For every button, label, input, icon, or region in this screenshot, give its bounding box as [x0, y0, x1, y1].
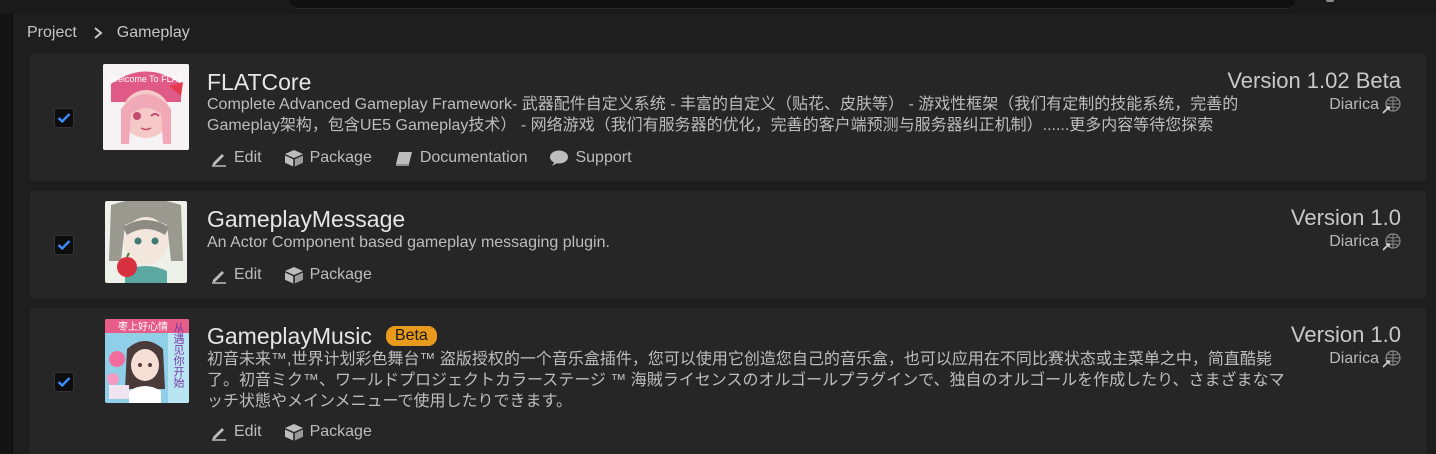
thumbnail-caption-top: 枣上好心情 — [118, 320, 168, 333]
plugin-author[interactable]: Diarica — [1329, 96, 1401, 114]
beta-badge: Beta — [385, 326, 437, 346]
package-icon — [284, 424, 303, 441]
support-button[interactable]: Support — [549, 149, 632, 167]
package-icon — [284, 150, 303, 167]
edit-button[interactable]: Edit — [210, 423, 262, 441]
support-label: Support — [575, 149, 632, 166]
plugin-version: Version 1.0 — [1290, 205, 1401, 230]
thumbnail-caption-side: 从遇见你开始 — [172, 322, 185, 389]
edit-button[interactable]: Edit — [210, 266, 262, 284]
plugin-author[interactable]: Diarica — [1329, 350, 1401, 368]
package-icon — [284, 267, 303, 284]
edit-icon — [212, 428, 226, 441]
plugin-title: GameplayMessage — [207, 206, 406, 232]
external-link-icon — [1382, 350, 1401, 368]
external-link-icon — [1382, 96, 1401, 114]
anime-girl-thumbnail-image: Welcome To FLAT — [103, 64, 189, 150]
plugin-enabled-checkbox[interactable] — [54, 235, 74, 255]
plugin-description: 初音未来™,世界计划彩色舞台™ 盗版授权的一个音乐盒插件，您可以使用它创造您自己… — [207, 351, 1285, 410]
plugin-enabled-checkbox[interactable] — [54, 372, 74, 392]
plugin-author-name: Diarica — [1329, 96, 1379, 113]
edit-label: Edit — [234, 423, 262, 440]
breadcrumb: Project Gameplay — [27, 22, 190, 44]
thumbnail-caption: Welcome To FLAT — [109, 74, 183, 84]
plugin-title-text: GameplayMusic — [207, 323, 372, 349]
plugin-card-gameplaymusic: 枣上好心情 从遇见你开始 GameplayMusic Beta 初音未来™,世界计… — [30, 308, 1426, 454]
anime-girl-apple-thumbnail-image — [105, 201, 187, 283]
music-anime-girl-thumbnail-image: 枣上好心情 从遇见你开始 — [105, 319, 189, 403]
plugin-author-name: Diarica — [1329, 350, 1379, 367]
plugin-title: FLATCore — [207, 69, 312, 95]
plugin-actions: Edit Package Documentation Support — [210, 149, 654, 167]
plugin-card-flatcore: Welcome To FLAT FLATCore Complete Advanc… — [30, 54, 1426, 181]
plugin-description: An Actor Component based gameplay messag… — [207, 234, 610, 251]
chevron-right-icon — [94, 27, 103, 39]
package-label: Package — [309, 423, 372, 440]
plugin-author-name: Diarica — [1329, 233, 1379, 250]
plugin-description: Complete Advanced Gameplay Framework- 武器… — [207, 96, 1239, 134]
plugin-version: Version 1.0 — [1290, 322, 1401, 347]
documentation-label: Documentation — [419, 149, 528, 166]
package-button[interactable]: Package — [284, 149, 372, 167]
plugin-thumbnail: Welcome To FLAT — [103, 64, 189, 150]
checkmark-icon — [57, 113, 71, 124]
plugin-thumbnail — [105, 201, 187, 283]
breadcrumb-gameplay[interactable]: Gameplay — [117, 24, 190, 42]
top-bar — [0, 0, 1436, 14]
package-label: Package — [309, 149, 372, 166]
package-label: Package — [309, 266, 372, 283]
plugin-card-gameplaymessage: GameplayMessage An Actor Component based… — [30, 191, 1426, 298]
top-search-field[interactable] — [290, 0, 1295, 9]
external-link-icon — [1382, 233, 1401, 251]
checkmark-icon — [57, 377, 71, 388]
plugin-version: Version 1.02 Beta — [1227, 68, 1401, 93]
plugin-actions: Edit Package — [210, 266, 394, 284]
edit-label: Edit — [234, 149, 262, 166]
plugin-actions: Edit Package — [210, 423, 394, 441]
package-button[interactable]: Package — [284, 266, 372, 284]
checkmark-icon — [57, 240, 71, 251]
documentation-button[interactable]: Documentation — [394, 149, 528, 167]
speech-bubble-icon — [550, 150, 569, 166]
top-menu-icon[interactable] — [1326, 0, 1334, 2]
edit-label: Edit — [234, 266, 262, 283]
left-sidebar — [0, 14, 13, 454]
plugin-author[interactable]: Diarica — [1329, 233, 1401, 251]
breadcrumb-project[interactable]: Project — [27, 24, 77, 42]
edit-icon — [212, 271, 226, 284]
plugin-enabled-checkbox[interactable] — [54, 108, 74, 128]
plugin-title: GameplayMusic Beta — [207, 323, 437, 350]
package-button[interactable]: Package — [284, 423, 372, 441]
edit-icon — [212, 154, 226, 167]
documentation-icon — [395, 152, 412, 166]
edit-button[interactable]: Edit — [210, 149, 262, 167]
plugin-thumbnail: 枣上好心情 从遇见你开始 — [105, 319, 189, 403]
